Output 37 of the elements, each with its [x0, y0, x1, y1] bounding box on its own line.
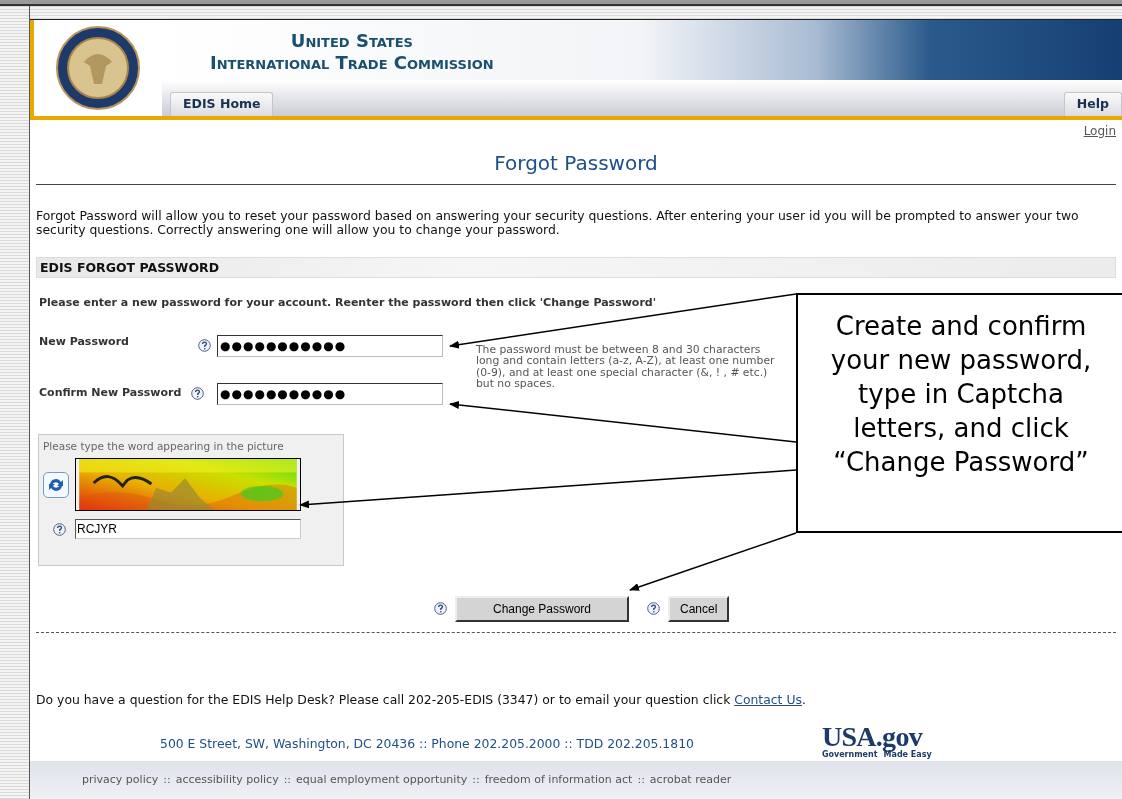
separator-text: :: — [637, 771, 645, 788]
separator-text: :: — [283, 771, 292, 788]
help-icon[interactable] — [434, 602, 447, 615]
login-link[interactable]: Login — [1083, 122, 1116, 142]
help-desk-text: Do you have a question for the EDIS Help Desk? Please call 202-205-EDIS (3347) or to email your question click Contact Us. — [36, 690, 807, 709]
help-icon[interactable] — [647, 602, 660, 615]
contact-link[interactable]: Contact Us — [734, 691, 802, 707]
agency-title: United States — [290, 30, 413, 52]
footer-link[interactable]: freedom of information act — [484, 771, 633, 789]
captcha-prompt: Please type the word appearing in the picture — [43, 438, 285, 454]
form-button[interactable]: Change Password — [455, 595, 629, 622]
refresh-button[interactable] — [43, 471, 69, 498]
password-hint: The password must be between 8 and 30 characters long and contain letters (a-z, A-Z), at least one number (0-9), and at least one special character (&, ! , # etc.) but no spaces. — [476, 343, 776, 392]
nav-tab[interactable]: EDIS Home — [170, 92, 274, 116]
field-label: New Password — [39, 333, 130, 350]
separator-text: :: — [163, 771, 171, 788]
field-label: Confirm New Password — [39, 385, 183, 402]
footer-link[interactable]: privacy policy — [82, 771, 159, 789]
agency-title: International Trade Commission — [210, 52, 494, 74]
footer-link[interactable]: equal employment opportunity — [296, 771, 468, 789]
instruction-text: Please enter a new password for your account. Reenter the password then click 'Change Password' — [38, 295, 658, 311]
footer-link[interactable]: accessibility policy — [175, 771, 279, 789]
callout-box: Create and confirm your new password, type in Captcha letters, and click “Change Password” — [796, 293, 1122, 533]
footer-link[interactable]: acrobat reader — [649, 771, 732, 789]
password-field[interactable]: ●●●●●●●●●●● — [217, 382, 443, 405]
form-button[interactable]: Cancel — [668, 595, 730, 622]
address-text: 500 E Street, SW, Washington, DC 20436 :: Phone 202.205.2000 :: TDD 202.205.1810 — [160, 734, 694, 753]
nav-tab[interactable]: Help — [1063, 92, 1122, 116]
help-icon[interactable] — [52, 522, 66, 536]
help-icon[interactable] — [197, 339, 211, 352]
captcha-input[interactable]: RCJYR — [75, 519, 301, 540]
password-field[interactable]: ●●●●●●●●●●● — [217, 334, 443, 357]
help-icon[interactable] — [191, 387, 204, 400]
separator-text: :: — [472, 771, 480, 788]
section-header: EDIS FORGOT PASSWORD — [36, 257, 1116, 278]
intro-text: Forgot Password will allow you to reset your password based on answering your security questions. After entering your user id you will be prompted to answer your two security questions. Correctly answering one will allow you to change your password. — [36, 209, 1080, 237]
page-title: Forgot Password — [494, 150, 658, 177]
